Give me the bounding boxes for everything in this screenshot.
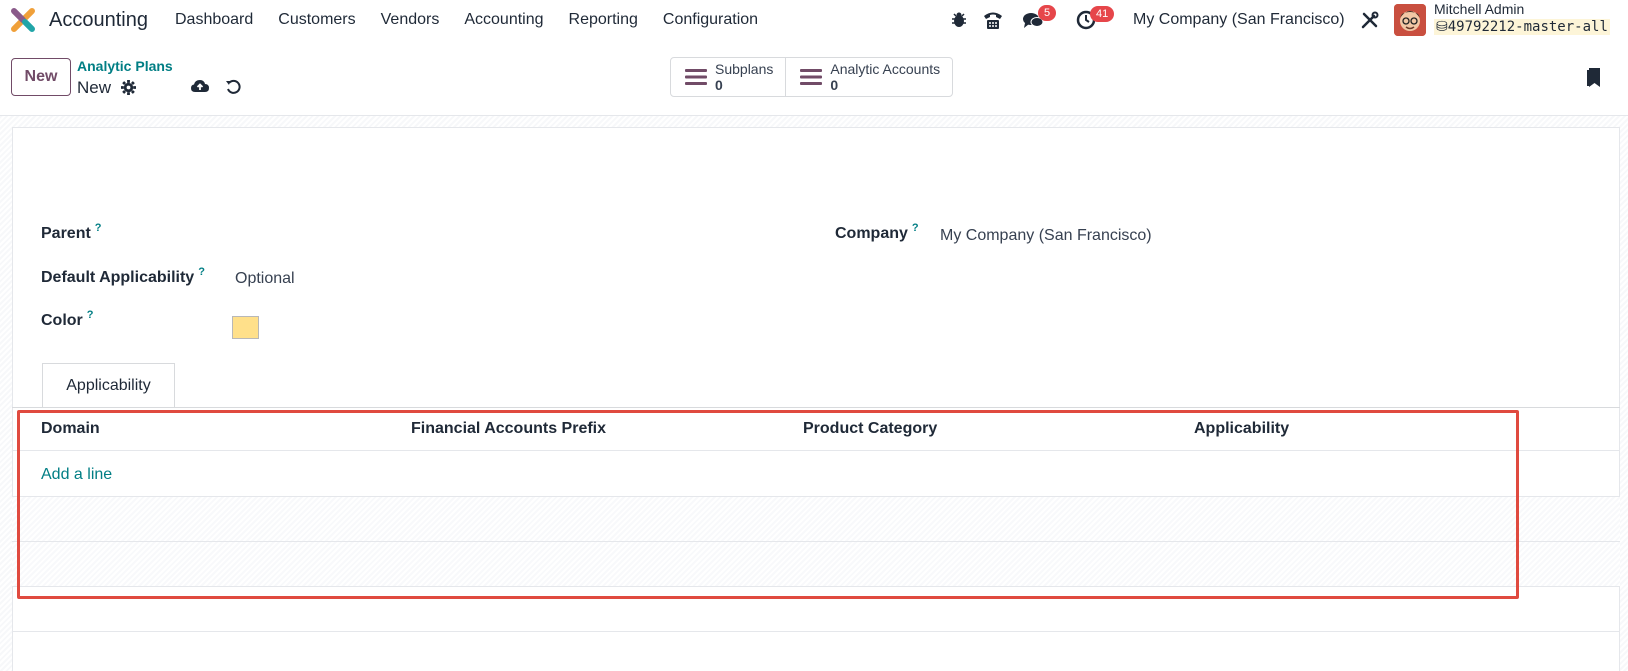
activities-badge: 41 bbox=[1090, 6, 1115, 22]
default-applicability-help-icon[interactable]: ? bbox=[198, 266, 205, 278]
table-row-divider bbox=[12, 631, 1620, 632]
menu-vendors[interactable]: Vendors bbox=[381, 11, 440, 29]
subplans-label: Subplans bbox=[715, 61, 774, 77]
analytic-accounts-button[interactable]: Analytic Accounts 0 bbox=[786, 58, 952, 96]
list-icon bbox=[685, 69, 707, 85]
analytic-accounts-label: Analytic Accounts bbox=[830, 61, 941, 77]
company-switcher[interactable]: My Company (San Francisco) bbox=[1133, 11, 1345, 29]
phone-icon[interactable] bbox=[982, 10, 1004, 30]
color-help-icon[interactable]: ? bbox=[87, 309, 94, 321]
cloud-upload-icon[interactable] bbox=[191, 78, 209, 94]
messages-badge: 5 bbox=[1038, 5, 1057, 21]
user-name[interactable]: Mitchell Admin bbox=[1434, 1, 1524, 17]
default-applicability-label: Default Applicability? bbox=[41, 266, 205, 286]
app-name[interactable]: Accounting bbox=[49, 9, 148, 32]
menu-reporting[interactable]: Reporting bbox=[569, 11, 638, 29]
color-picker[interactable] bbox=[232, 316, 259, 339]
database-icon: ⛁ bbox=[1436, 19, 1448, 35]
bookmark-icon[interactable] bbox=[1587, 68, 1603, 88]
default-applicability-select[interactable]: Optional bbox=[235, 270, 295, 288]
company-field[interactable]: My Company (San Francisco) bbox=[940, 227, 1152, 245]
list-icon bbox=[800, 69, 823, 85]
smart-buttons: Subplans 0 Analytic Accounts 0 bbox=[670, 57, 954, 97]
bug-icon[interactable] bbox=[950, 11, 968, 29]
highlight-box bbox=[17, 410, 1519, 599]
breadcrumb[interactable]: Analytic Plans bbox=[77, 58, 173, 74]
menu-dashboard[interactable]: Dashboard bbox=[175, 11, 253, 29]
messages-button[interactable]: 5 bbox=[1022, 5, 1057, 31]
company-help-icon[interactable]: ? bbox=[912, 222, 919, 234]
menu-customers[interactable]: Customers bbox=[278, 11, 355, 29]
control-panel: New Analytic Plans New Subplans 0 Analyt… bbox=[0, 42, 1628, 116]
analytic-accounts-count: 0 bbox=[830, 77, 839, 93]
gear-icon[interactable] bbox=[121, 80, 136, 95]
color-label: Color? bbox=[41, 309, 94, 329]
avatar[interactable] bbox=[1394, 4, 1426, 36]
accounting-app-icon[interactable] bbox=[10, 7, 36, 33]
company-label: Company? bbox=[835, 222, 919, 242]
top-navbar: Accounting Dashboard Customers Vendors A… bbox=[0, 0, 1628, 42]
tab-divider bbox=[12, 407, 1620, 408]
parent-input[interactable] bbox=[232, 222, 762, 248]
user-avatar-icon bbox=[1394, 4, 1426, 36]
subplans-count: 0 bbox=[715, 77, 723, 93]
tab-applicability[interactable]: Applicability bbox=[42, 363, 175, 408]
new-button[interactable]: New bbox=[11, 58, 71, 96]
subplans-button[interactable]: Subplans 0 bbox=[671, 58, 787, 96]
undo-icon[interactable] bbox=[225, 78, 241, 94]
main-menu: Dashboard Customers Vendors Accounting R… bbox=[175, 11, 783, 29]
parent-label: Parent? bbox=[41, 222, 102, 242]
activities-button[interactable]: 41 bbox=[1076, 6, 1115, 32]
record-name: New bbox=[77, 78, 112, 97]
tools-icon[interactable] bbox=[1360, 11, 1379, 30]
parent-help-icon[interactable]: ? bbox=[95, 222, 102, 234]
menu-configuration[interactable]: Configuration bbox=[663, 11, 758, 29]
menu-accounting[interactable]: Accounting bbox=[464, 11, 543, 29]
database-name: ⛁49792212-master-all bbox=[1434, 19, 1610, 35]
